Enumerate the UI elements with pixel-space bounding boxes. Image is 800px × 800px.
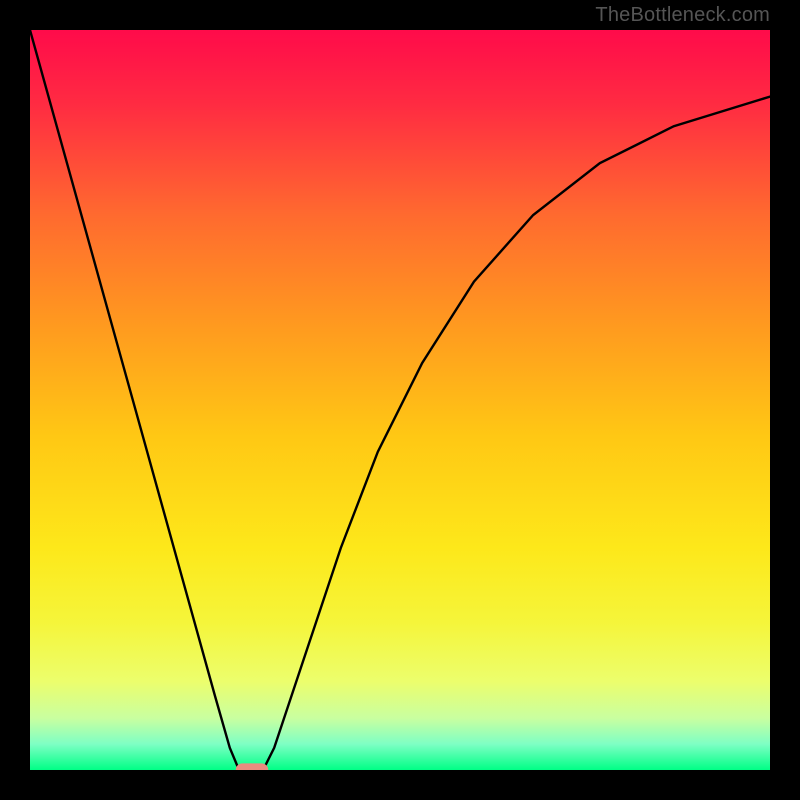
chart-frame bbox=[30, 30, 770, 770]
watermark-label: TheBottleneck.com bbox=[595, 4, 770, 27]
gradient-background bbox=[30, 30, 770, 770]
bottleneck-marker bbox=[236, 763, 269, 770]
bottleneck-chart bbox=[30, 30, 770, 770]
